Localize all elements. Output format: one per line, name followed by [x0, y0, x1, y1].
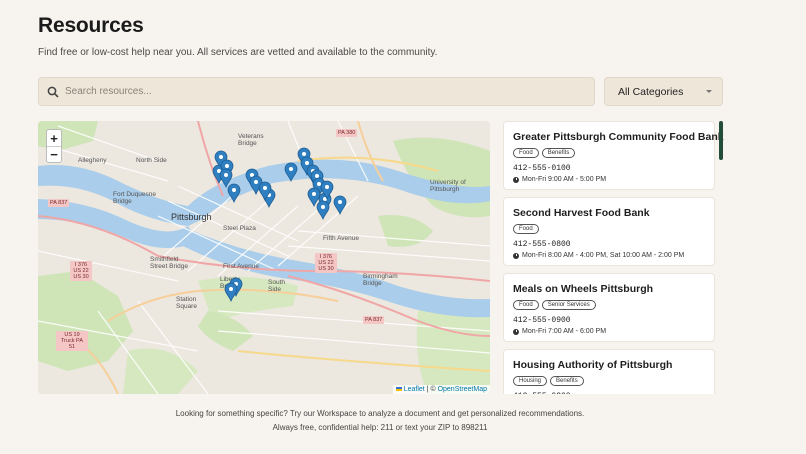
resource-map[interactable]: Allegheny North Side Veterans Bridge For… [38, 121, 490, 394]
category-select-value: All Categories [618, 85, 684, 98]
clock-icon [513, 176, 519, 183]
resource-hours: Mon-Fri 7:00 AM - 6:00 PM [513, 328, 705, 335]
zoom-control: + − [46, 129, 62, 163]
attribution-separator: | © [424, 386, 438, 393]
resource-list[interactable]: Greater Pittsburgh Community Food Bank F… [503, 121, 724, 394]
resource-phone[interactable]: 412-555-0200 [513, 392, 705, 394]
resource-hours-text: Mon-Fri 8:00 AM - 4:00 PM, Sat 10:00 AM … [522, 252, 685, 259]
map-attribution: Leaflet | © OpenStreetMap [392, 385, 490, 394]
map-marker-icon[interactable] [316, 200, 330, 221]
category-select[interactable]: All Categories [604, 77, 723, 106]
resource-phone[interactable]: 412-555-0900 [513, 316, 705, 325]
map-markers [212, 147, 347, 303]
leaflet-link[interactable]: Leaflet [404, 386, 425, 393]
page-subtitle: Find free or low-cost help near you. All… [38, 47, 438, 58]
map-marker-icon[interactable] [284, 162, 298, 183]
resource-hours-text: Mon-Fri 7:00 AM - 6:00 PM [522, 328, 607, 335]
search-icon [47, 86, 59, 98]
page-header: Resources Find free or low-cost help nea… [38, 14, 437, 58]
page-title: Resources [38, 14, 144, 37]
chevron-down-icon [706, 90, 712, 93]
resource-card[interactable]: Meals on Wheels Pittsburgh Food Senior S… [503, 273, 715, 342]
map-marker-icon[interactable] [333, 195, 347, 216]
clock-icon [513, 328, 519, 335]
resource-tag: Food [513, 300, 539, 310]
attribution-flag-icon [395, 387, 402, 391]
resource-card[interactable]: Second Harvest Food Bank Food 412-555-08… [503, 197, 715, 266]
zoom-in-button[interactable]: + [47, 130, 61, 146]
resource-hours-text: Mon-Fri 9:00 AM - 5:00 PM [522, 176, 607, 183]
resource-tags: Food Senior Services [513, 300, 705, 310]
zoom-out-button[interactable]: − [47, 146, 61, 162]
resource-hours: Mon-Fri 9:00 AM - 5:00 PM [513, 176, 705, 183]
map-marker-icon[interactable] [219, 168, 233, 189]
resource-tag: Housing [513, 376, 548, 386]
map-marker-icon[interactable] [227, 183, 241, 204]
footer-helpline: Always free, confidential help: 211 or t… [272, 423, 488, 432]
openstreetmap-link[interactable]: OpenStreetMap [438, 386, 487, 393]
search-bar[interactable] [38, 77, 595, 106]
resource-tag: Food [513, 224, 539, 234]
resource-name: Second Harvest Food Bank [513, 207, 650, 219]
resource-hours: Mon-Fri 8:00 AM - 4:00 PM, Sat 10:00 AM … [513, 252, 705, 259]
resource-phone[interactable]: 412-555-0100 [513, 164, 705, 173]
resource-list-scrollbar[interactable] [719, 121, 723, 160]
search-input[interactable] [65, 86, 565, 97]
resource-card[interactable]: Housing Authority of Pittsburgh Housing … [503, 349, 715, 394]
resource-phone[interactable]: 412-555-0800 [513, 240, 705, 249]
resource-name: Housing Authority of Pittsburgh [513, 359, 673, 371]
resource-tags: Housing Benefits [513, 376, 705, 386]
resource-name: Meals on Wheels Pittsburgh [513, 283, 654, 295]
map-marker-icon[interactable] [224, 282, 238, 303]
resource-tags: Food [513, 224, 705, 234]
resource-tag: Senior Services [541, 300, 596, 310]
resource-tags: Food Benefits [513, 148, 705, 158]
resource-name: Greater Pittsburgh Community Food Bank [513, 131, 724, 143]
resource-card[interactable]: Greater Pittsburgh Community Food Bank F… [503, 121, 724, 190]
resource-tag: Benefits [541, 148, 576, 158]
resource-tag: Benefits [550, 376, 584, 386]
clock-icon [513, 252, 519, 259]
resource-tag: Food [513, 148, 539, 158]
footer-workspace-note: Looking for something specific? Try our … [175, 409, 585, 418]
